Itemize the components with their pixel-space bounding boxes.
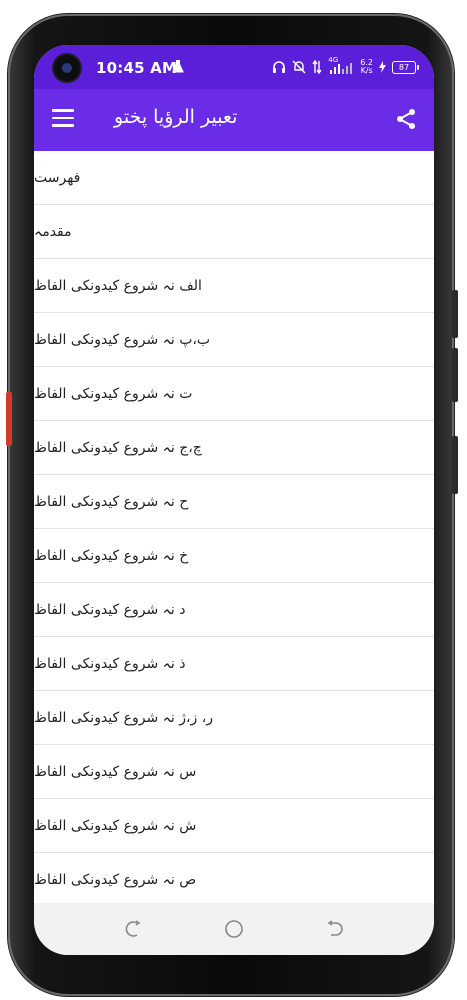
list-item[interactable]: خ نہ شروع کیدونکی الفاظ [34, 529, 434, 583]
side-accent-button [6, 392, 12, 446]
charging-icon [379, 58, 386, 76]
chapter-list: فهرست مقدمہ الف نہ شروع کیدونکی الفاظ ب،… [34, 151, 434, 903]
list-item[interactable]: س نہ شروع کیدونکی الفاظ [34, 745, 434, 799]
list-item[interactable]: مقدمہ [34, 205, 434, 259]
network-speed: 6.2 K/s [360, 58, 373, 76]
power-button [452, 290, 458, 338]
list-item[interactable]: ص نہ شروع کیدونکی الفاظ [34, 853, 434, 903]
volume-up-button [452, 348, 458, 402]
list-item[interactable]: د نہ شروع کیدونکی الفاظ [34, 583, 434, 637]
phone-screen: 10:45 AM 4G 6.2 K/s 87 تعبیر الرؤیا پختو… [34, 45, 434, 955]
status-bar: 10:45 AM 4G 6.2 K/s 87 [34, 45, 434, 89]
list-item[interactable]: چ،ج نہ شروع کیدونکی الفاظ [34, 421, 434, 475]
app-title: تعبیر الرؤیا پختو [114, 106, 238, 128]
net-speed-unit: K/s [360, 66, 373, 75]
back-icon[interactable] [322, 917, 346, 941]
signal-icon: 4G [328, 56, 354, 76]
network-type-label: 4G [328, 56, 339, 64]
battery-indicator: 87 [392, 60, 419, 74]
app-bar: تعبیر الرؤیا پختو [34, 89, 434, 151]
list-item[interactable]: ب،پ نہ شروع کیدونکی الفاظ [34, 313, 434, 367]
status-time: 10:45 AM [96, 59, 178, 77]
status-icons: 4G 6.2 K/s 87 [272, 56, 419, 78]
hamburger-menu-icon[interactable] [52, 109, 74, 127]
bell-off-icon [292, 58, 306, 76]
front-camera [54, 55, 80, 81]
share-icon[interactable] [394, 107, 418, 131]
list-item[interactable]: ش نہ شروع کیدونکی الفاظ [34, 799, 434, 853]
list-item[interactable]: الف نہ شروع کیدونکی الفاظ [34, 259, 434, 313]
list-item[interactable]: ذ نہ شروع کیدونکی الفاظ [34, 637, 434, 691]
headphones-icon [272, 58, 286, 76]
system-nav-bar [34, 903, 434, 955]
flask-icon [172, 60, 184, 73]
data-arrows-icon [312, 58, 322, 76]
recent-apps-icon[interactable] [122, 917, 146, 941]
volume-down-button [452, 436, 458, 494]
list-item[interactable]: ر، ز،ژ نہ شروع کیدونکی الفاظ [34, 691, 434, 745]
list-item[interactable]: فهرست [34, 151, 434, 205]
list-item[interactable]: ت نہ شروع کیدونکی الفاظ [34, 367, 434, 421]
list-item[interactable]: ح نہ شروع کیدونکی الفاظ [34, 475, 434, 529]
home-icon[interactable] [222, 917, 246, 941]
